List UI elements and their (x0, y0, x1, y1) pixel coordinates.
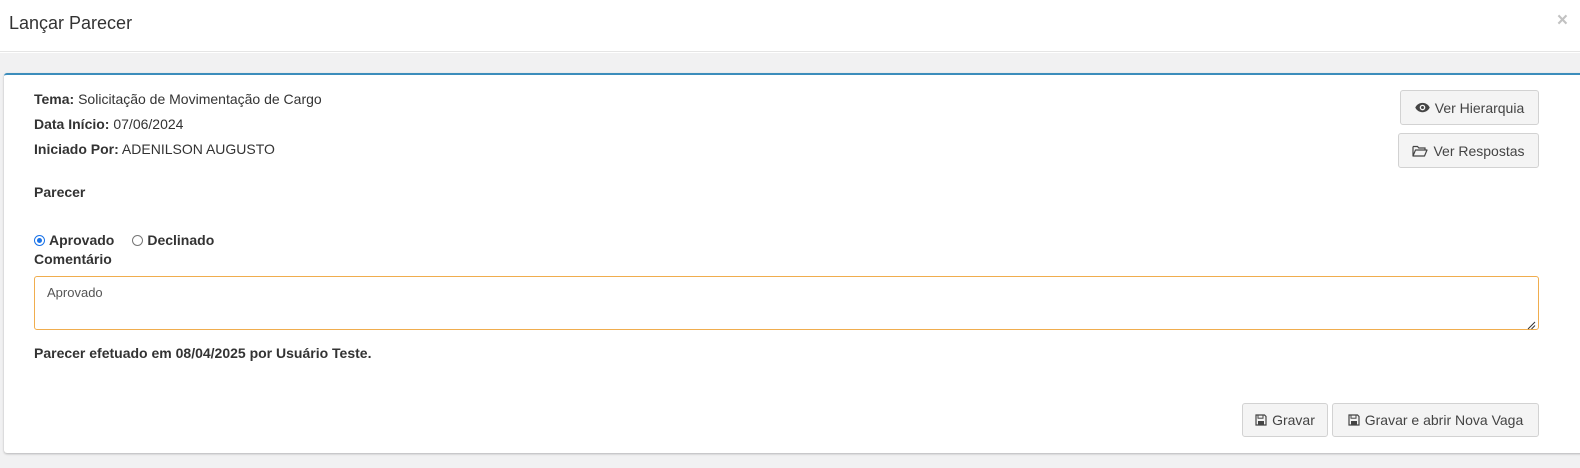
iniciado-por-value: ADENILSON AUGUSTO (121, 141, 275, 157)
info-iniciado-por: Iniciado Por: ADENILSON AUGUSTO (34, 141, 275, 157)
tema-value: Solicitação de Movimentação de Cargo (78, 91, 322, 107)
gravar-nova-vaga-label: Gravar e abrir Nova Vaga (1364, 412, 1524, 428)
ver-respostas-label: Ver Respostas (1433, 142, 1525, 159)
floppy-disk-icon (1348, 414, 1360, 426)
modal-body: Tema: Solicitação de Movimentação de Car… (0, 53, 1580, 468)
comentario-value[interactable]: Aprovado (47, 285, 103, 300)
comentario-textarea[interactable]: Aprovado (34, 276, 1539, 330)
radio-aprovado-circle[interactable] (34, 234, 45, 246)
gravar-label: Gravar (1272, 412, 1315, 428)
modal-header: Lançar Parecer × (0, 0, 1580, 52)
folder-open-icon (1412, 145, 1429, 157)
ver-respostas-button[interactable]: Ver Respostas (1398, 133, 1539, 168)
data-inicio-value: 07/06/2024 (113, 116, 184, 132)
modal-title: Lançar Parecer (9, 13, 133, 33)
parecer-radio-group: Aprovado Declinado (34, 232, 232, 248)
info-data-inicio: Data Início: 07/06/2024 (34, 116, 183, 132)
radio-aprovado-label[interactable]: Aprovado (49, 232, 114, 248)
parecer-status-text: Parecer efetuado em 08/04/2025 por Usuár… (34, 345, 372, 361)
info-tema: Tema: Solicitação de Movimentação de Car… (34, 91, 322, 107)
tema-label: Tema: (34, 91, 75, 107)
radio-declinado[interactable]: Declinado (132, 232, 214, 248)
parecer-panel: Tema: Solicitação de Movimentação de Car… (4, 73, 1580, 453)
eye-icon (1415, 102, 1430, 113)
comentario-label: Comentário (34, 251, 112, 267)
gravar-nova-vaga-button[interactable]: Gravar e abrir Nova Vaga (1332, 403, 1539, 437)
radio-aprovado[interactable]: Aprovado (34, 232, 114, 248)
radio-declinado-circle[interactable] (132, 234, 144, 246)
close-icon[interactable]: × (1557, 10, 1568, 31)
radio-declinado-label[interactable]: Declinado (147, 232, 214, 248)
ver-hierarquia-button[interactable]: Ver Hierarquia (1400, 90, 1539, 125)
parecer-label: Parecer (34, 184, 86, 200)
gravar-button[interactable]: Gravar (1242, 403, 1328, 437)
resize-handle-icon[interactable] (1527, 318, 1536, 330)
close-button[interactable]: × (1557, 11, 1568, 30)
iniciado-por-label: Iniciado Por: (34, 141, 119, 157)
ver-hierarquia-label: Ver Hierarquia (1434, 99, 1525, 116)
floppy-disk-icon (1255, 414, 1267, 426)
data-inicio-label: Data Início: (34, 116, 110, 132)
